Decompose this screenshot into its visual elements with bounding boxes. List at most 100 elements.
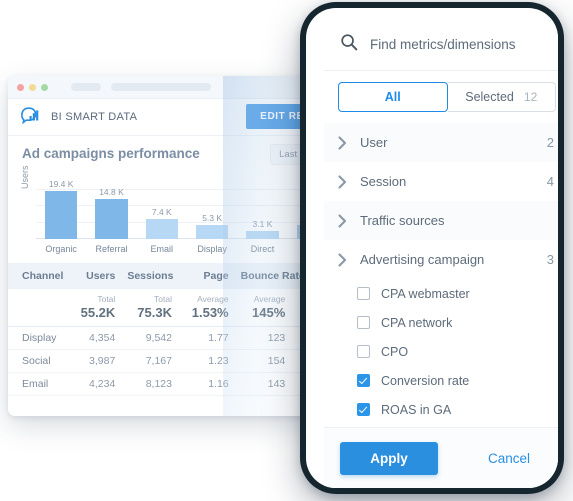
table-column-header[interactable]: Users — [64, 263, 122, 289]
checkbox-unchecked[interactable] — [357, 316, 370, 329]
chart-x-axis-labels: OrganicReferralEmailDisplayDirectOther — [36, 241, 338, 257]
group-label: User — [360, 135, 388, 150]
total-label: Total — [97, 294, 116, 304]
chart-bar-rect — [45, 191, 78, 239]
window-close-dot[interactable] — [17, 83, 24, 91]
filter-tabs: All Selected 12 — [324, 71, 558, 123]
table-cell: 123 — [234, 326, 292, 350]
total-value: 145% — [252, 305, 286, 320]
chart-bar-rect — [95, 198, 128, 239]
table-cell: Email — [8, 372, 65, 396]
option-row-cpa-webmaster[interactable]: CPA webmaster — [324, 279, 558, 308]
window-maximize-dot[interactable] — [41, 83, 48, 91]
chart-bar-email: 7.4 K — [137, 179, 187, 239]
group-count: 4 — [546, 174, 554, 189]
chart-bar-referral: 14.8 K — [86, 179, 136, 239]
tab-all[interactable]: All — [338, 82, 448, 112]
chart-bar-rect — [145, 218, 178, 239]
total-value: 55.2K — [80, 305, 116, 320]
option-row-cpa-network[interactable]: CPA network — [324, 308, 558, 337]
total-label: Total — [154, 294, 172, 304]
table-cell: 1.77 — [177, 326, 235, 350]
group-row-advertising-campaign[interactable]: Advertising campaign 3 — [324, 240, 558, 279]
apply-button[interactable]: Apply — [340, 441, 438, 475]
table-totals-row: Total 55.2K Total 75.3K Average 1.53% Average 1… — [8, 289, 348, 327]
tab-selected[interactable]: Selected 12 — [447, 82, 556, 112]
chevron-right-icon — [338, 174, 352, 189]
table-cell: 143 — [234, 372, 292, 396]
option-row-roas-in-ga[interactable]: ROAS in GA — [324, 395, 558, 424]
screenshot-root: BI SMART DATA EDIT REPORT Ad campaigns p… — [0, 0, 573, 501]
checkbox-checked[interactable] — [357, 403, 370, 416]
chart-bars: 19.4 K14.8 K7.4 K5.3 K3.1 K5.2 K — [36, 179, 338, 239]
browser-title-bar — [8, 76, 348, 99]
chat-bar-chart-logo-icon — [20, 106, 40, 129]
option-row-promo-banner-ctr[interactable]: Promo banner CTR — [324, 424, 558, 427]
chart-bar-value: 3.1 K — [252, 218, 273, 229]
chart-y-axis-label: Users — [20, 165, 30, 189]
search-row[interactable]: Find metrics/dimensions — [324, 18, 558, 71]
search-input[interactable]: Find metrics/dimensions — [370, 37, 516, 52]
metrics-list[interactable]: User 2 Session 4 Traffic sources Advertising … — [324, 123, 558, 427]
group-count: 2 — [546, 135, 554, 150]
chart-bar-rect — [196, 224, 229, 239]
tab-all-label: All — [384, 90, 401, 104]
group-label: Session — [360, 174, 407, 189]
browser-nav-placeholder — [71, 83, 101, 91]
panel-footer: Apply Cancel — [324, 427, 558, 488]
table-cell: 1.16 — [177, 372, 235, 396]
users-bar-chart: Users 19.4 K14.8 K7.4 K5.3 K3.1 K5.2 K O… — [18, 165, 338, 257]
option-row-cpo[interactable]: CPO — [324, 337, 558, 366]
total-label: Average — [197, 294, 229, 304]
table-column-header[interactable]: Page — [177, 263, 235, 289]
table-header: ChannelUsersSessionsPageBounce RateGoal — [8, 263, 348, 289]
report-area: Ad campaigns performance Last 30 days Us… — [8, 136, 348, 396]
chart-bar-value: 19.4 K — [48, 179, 74, 189]
table-cell: 4,234 — [64, 372, 122, 396]
table-row[interactable]: Email4,2348,1231.161430.723 — [8, 372, 348, 396]
checkbox-unchecked[interactable] — [357, 287, 370, 300]
option-label: CPO — [381, 344, 409, 359]
option-label: ROAS in GA — [381, 402, 452, 417]
chart-bar-value: 14.8 K — [99, 186, 124, 197]
option-label: CPA network — [381, 315, 453, 330]
tab-selected-count: 12 — [523, 90, 538, 104]
metrics-picker-panel: Find metrics/dimensions All Selected 12 — [324, 18, 558, 488]
table-total-cell: Total 75.3K — [121, 289, 178, 327]
table-cell: 1.23 — [177, 349, 235, 373]
table-cell: Display — [8, 326, 65, 350]
table-total-cell: Average 1.53% — [177, 289, 235, 327]
chart-x-tick: Direct — [250, 244, 275, 254]
brand-logo: BI SMART DATA — [20, 106, 137, 129]
group-row-traffic-sources[interactable]: Traffic sources — [324, 201, 558, 240]
table-column-header[interactable]: Bounce Rate — [234, 263, 305, 289]
channels-table: ChannelUsersSessionsPageBounce RateGoal … — [8, 263, 348, 396]
table-total-cell — [8, 289, 65, 327]
window-minimize-dot[interactable] — [29, 83, 36, 91]
chart-bar-direct: 3.1 K — [237, 179, 287, 239]
phone-device: Find metrics/dimensions All Selected 12 — [300, 2, 564, 494]
checkbox-checked[interactable] — [357, 374, 370, 387]
group-row-user[interactable]: User 2 — [324, 123, 558, 162]
table-cell: 4,354 — [64, 326, 122, 350]
checkbox-unchecked[interactable] — [357, 345, 370, 358]
table-body: Display4,3549,5421.771230.738Social3,987… — [8, 326, 348, 396]
chart-bar-rect — [246, 230, 279, 239]
table-row[interactable]: Social3,9877,1671.231540.654 — [8, 349, 348, 373]
table-cell: 7,167 — [121, 349, 178, 373]
table-column-header[interactable]: Channel — [8, 263, 65, 289]
browser-address-bar[interactable] — [111, 83, 211, 91]
table-column-header[interactable]: Sessions — [121, 263, 178, 289]
table-cell: 3,987 — [64, 349, 122, 373]
cancel-button[interactable]: Cancel — [482, 450, 536, 467]
option-row-conversion-rate[interactable]: Conversion rate — [324, 366, 558, 395]
tab-selected-label: Selected — [465, 90, 514, 104]
table-total-cell: Total 55.2K — [64, 289, 122, 327]
total-label: Average — [253, 294, 286, 304]
group-row-session[interactable]: Session 4 — [324, 162, 558, 201]
total-value: 75.3K — [137, 305, 172, 320]
table-cell: 9,542 — [121, 326, 178, 350]
chart-bar-value: 7.4 K — [151, 206, 172, 217]
table-row[interactable]: Display4,3549,5421.771230.738 — [8, 326, 348, 350]
table-cell: 154 — [234, 349, 292, 373]
